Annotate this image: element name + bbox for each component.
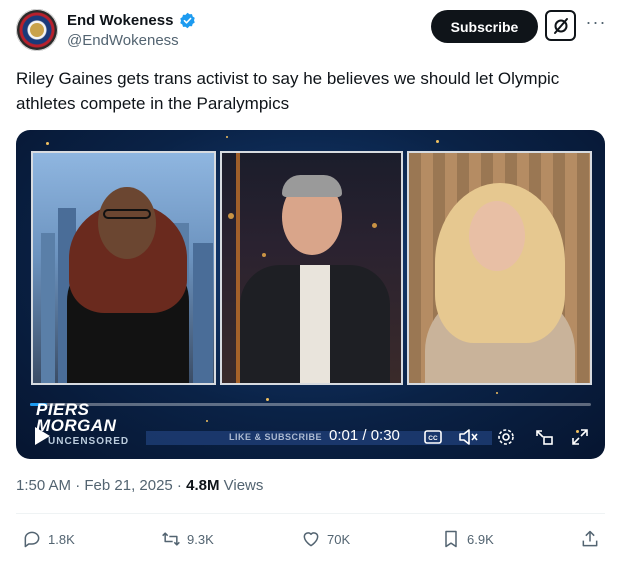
post-timestamp[interactable]: 1:50 AM · Feb 21, 2025 · (16, 477, 186, 494)
video-player[interactable]: PIERS MORGAN UNCENSORED LIKE & SUBSCRIBE… (16, 130, 605, 459)
verified-badge-icon (180, 12, 195, 29)
svg-text:CC: CC (428, 435, 438, 442)
author-avatar[interactable] (16, 9, 58, 51)
bookmark-button[interactable]: 6.9K (441, 527, 494, 551)
reply-count: 1.8K (48, 531, 75, 547)
view-count: 4.8M (186, 477, 220, 494)
captions-icon[interactable]: CC (422, 426, 444, 448)
grok-icon[interactable] (545, 10, 576, 41)
repost-count: 9.3K (187, 531, 214, 547)
like-button[interactable]: 70K (301, 527, 350, 551)
bookmark-count: 6.9K (467, 531, 494, 547)
reply-icon (24, 531, 40, 548)
fullscreen-icon[interactable] (569, 426, 591, 448)
mute-icon[interactable] (458, 426, 480, 448)
post-text: Riley Gaines gets trans activist to say … (16, 69, 560, 113)
video-time: 0:01 / 0:30 (329, 427, 400, 444)
share-button[interactable] (580, 527, 600, 551)
picture-in-picture-icon[interactable] (533, 426, 555, 448)
video-panel-host (220, 151, 403, 385)
bookmark-icon (445, 530, 457, 548)
video-panel-guest-left (31, 151, 216, 385)
repost-icon (162, 532, 180, 546)
video-panel-guest-right (407, 151, 592, 385)
views-label: Views (219, 477, 264, 494)
like-count: 70K (327, 531, 351, 547)
reply-button[interactable]: 1.8K (22, 527, 75, 551)
heart-icon (303, 532, 319, 547)
share-icon (582, 530, 598, 547)
more-options-icon[interactable]: ··· (584, 10, 608, 34)
play-icon[interactable] (33, 426, 51, 446)
divider (16, 513, 605, 514)
author-name[interactable]: End Wokeness (67, 12, 173, 29)
subscribe-button[interactable]: Subscribe (431, 10, 538, 43)
repost-button[interactable]: 9.3K (161, 527, 214, 551)
post-metadata: 1:50 AM · Feb 21, 2025 · 4.8M Views (16, 477, 263, 494)
author-handle[interactable]: @EndWokeness (67, 32, 179, 49)
settings-gear-icon[interactable] (495, 426, 517, 448)
